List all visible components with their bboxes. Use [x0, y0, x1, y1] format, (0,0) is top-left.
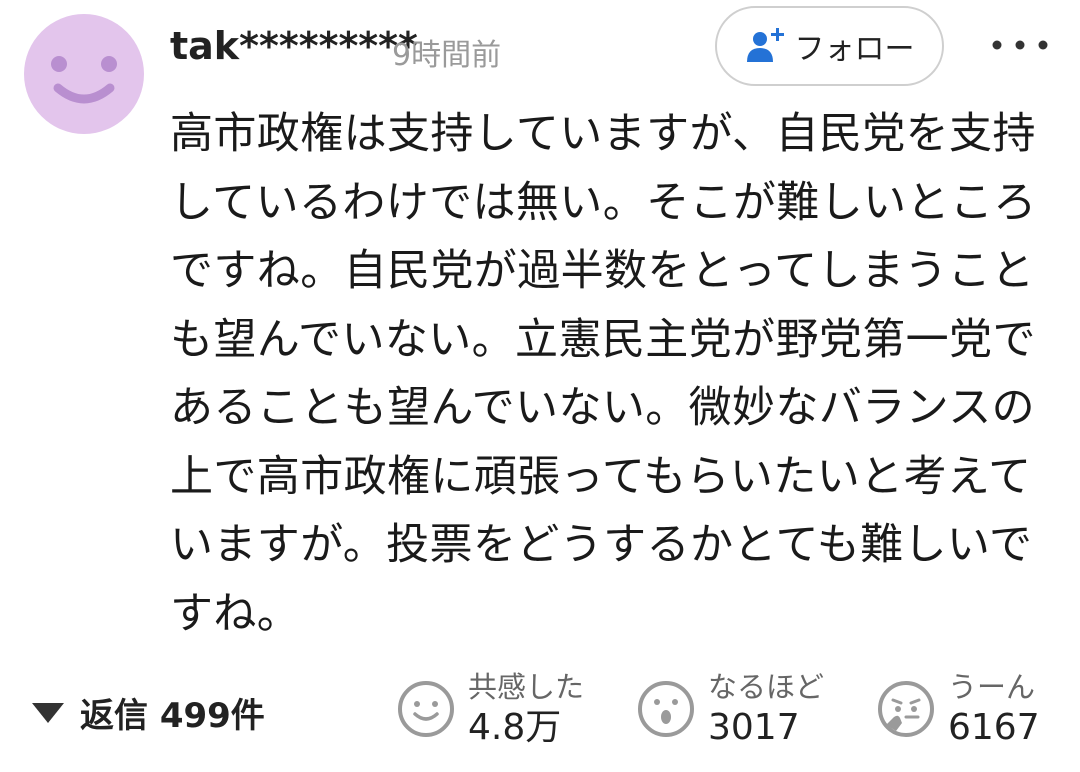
- username[interactable]: tak*********: [170, 24, 418, 68]
- smile-face-icon: [398, 681, 454, 737]
- replies-label: 返信 499件: [80, 696, 265, 736]
- follow-label: フォロー: [794, 32, 915, 67]
- reaction-label: 共感した: [468, 670, 585, 704]
- reaction-label: なるほど: [708, 670, 825, 704]
- reaction-count: 3017: [708, 707, 800, 748]
- smiley-avatar-icon: [51, 56, 117, 104]
- reaction-label: うーん: [948, 670, 1036, 704]
- follow-button[interactable]: フォロー: [715, 6, 944, 86]
- surprised-face-icon: [638, 681, 694, 737]
- thinking-face-icon: [878, 681, 934, 737]
- reaction-hmm-button[interactable]: うーん 6167: [876, 668, 1040, 750]
- add-user-icon: [746, 28, 784, 62]
- timestamp: 9時間前: [392, 38, 502, 73]
- comment-text: 高市政権は支持していますが、自民党を支持しているわけでは無い。そこが難しいところ…: [170, 109, 1037, 639]
- replies-toggle[interactable]: 返信 499件: [30, 688, 265, 737]
- reaction-count: 4.8万: [468, 707, 562, 748]
- more-dots-icon: [992, 40, 1048, 50]
- avatar[interactable]: [24, 14, 144, 134]
- reaction-count: 6167: [948, 707, 1040, 748]
- more-options-button[interactable]: [980, 20, 1060, 70]
- reaction-empathy-button[interactable]: 共感した 4.8万: [396, 668, 584, 750]
- triangle-down-icon: [32, 702, 64, 723]
- reaction-insight-button[interactable]: なるほど 3017: [636, 668, 824, 750]
